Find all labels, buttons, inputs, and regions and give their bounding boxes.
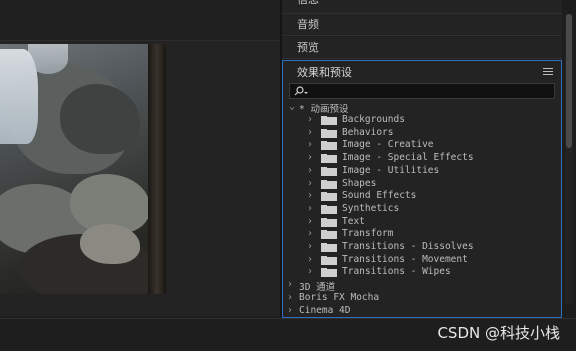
preset-folder-label: Image - Special Effects [342, 152, 474, 164]
preset-folder-item[interactable]: › Image - Special Effects [283, 152, 553, 165]
chevron-right-icon: › [307, 139, 313, 151]
chevron-right-icon: › [307, 241, 313, 252]
folder-icon [321, 166, 337, 176]
chevron-right-icon: › [287, 292, 293, 303]
folder-icon [321, 217, 337, 227]
vertical-scrollbar[interactable] [565, 14, 573, 304]
preset-folder-item[interactable]: › Backgrounds [283, 114, 553, 127]
folder-icon [321, 154, 337, 164]
search-input[interactable] [289, 83, 555, 99]
rock-shape [60, 84, 140, 154]
chevron-right-icon: › [307, 228, 313, 240]
panel-tab-label: 音频 [297, 18, 319, 31]
folder-icon [321, 204, 337, 214]
composition-panel [0, 0, 280, 316]
preset-folder-label: Behaviors [342, 126, 394, 138]
tree-item-label: 3D 通道 [299, 282, 336, 293]
folder-icon [321, 243, 337, 252]
folder-icon [321, 268, 337, 278]
tree-item-category[interactable]: › Cinema 4D [283, 305, 553, 317]
folder-icon [321, 116, 337, 125]
watermark: CSDN @科技小栈 [437, 324, 560, 342]
chevron-right-icon: › [307, 190, 313, 202]
chevron-right-icon: › [307, 266, 313, 278]
waterfall-shape [28, 44, 68, 74]
panel-tab-info[interactable]: 信息 [282, 0, 562, 14]
composition-viewer[interactable] [0, 44, 166, 294]
panel-menu-icon[interactable] [543, 68, 553, 76]
folder-icon [321, 255, 337, 265]
preset-folder-item[interactable]: › Image - Utilities [283, 165, 553, 178]
chevron-right-icon: › [307, 253, 313, 265]
composition-toolbar [0, 0, 280, 41]
chevron-right-icon: › [307, 202, 313, 214]
rock-shape [80, 224, 140, 264]
tree-trunk [148, 44, 166, 294]
panel-tab-label: 预览 [297, 41, 319, 54]
preset-folder-item[interactable]: › Synthetics [283, 203, 553, 216]
folder-icon [321, 179, 337, 189]
folder-icon [321, 192, 337, 202]
preset-folder-label: Image - Utilities [342, 164, 440, 176]
panel-title: 效果和预设 [297, 66, 352, 79]
preset-folder-item[interactable]: › Image - Creative [283, 139, 553, 152]
chevron-down-icon: ⌄ [289, 101, 295, 112]
preset-folder-item[interactable]: › Transform [283, 228, 553, 241]
preset-folder-label: Image - Creative [342, 139, 434, 151]
tree-item-label: Boris FX Mocha [299, 292, 380, 303]
chevron-right-icon: › [307, 215, 313, 227]
preset-folder-label: Sound Effects [342, 190, 417, 202]
preset-folder-label: Transitions - Wipes [342, 266, 451, 278]
preset-folder-label: Backgrounds [342, 114, 405, 125]
folder-icon [321, 128, 337, 138]
preset-folder-item[interactable]: › Shapes [283, 178, 553, 191]
chevron-right-icon: › [307, 126, 313, 138]
panel-tab-audio[interactable]: 音频 [282, 14, 562, 36]
preset-folder-label: Transitions - Dissolves [342, 241, 474, 252]
chevron-right-icon: › [307, 152, 313, 164]
preset-folder-label: Shapes [342, 177, 377, 189]
tree-item-category[interactable]: › Boris FX Mocha [283, 292, 553, 305]
tree-item-animation-presets[interactable]: ⌄ * 动画预设 [283, 101, 553, 115]
preset-folder-item[interactable]: › Text [283, 216, 553, 229]
preset-folder-item[interactable]: › Sound Effects [283, 190, 553, 203]
chevron-right-icon: › [287, 279, 293, 290]
preset-folder-label: Transform [342, 228, 394, 240]
chevron-right-icon: › [307, 164, 313, 176]
preset-folder-label: Synthetics [342, 202, 400, 214]
preset-folder-label: Transitions - Movement [342, 253, 468, 265]
tree-item-label: * 动画预设 [299, 104, 349, 115]
folder-icon [321, 230, 337, 240]
chevron-right-icon: › [287, 305, 293, 316]
preset-folder-item[interactable]: › Transitions - Dissolves [283, 241, 553, 254]
effects-presets-panel: 效果和预设 ⌄ * 动画预设 › Backgrounds › Behaviors › Im… [282, 60, 562, 318]
folder-icon [321, 141, 337, 151]
chevron-right-icon: › [307, 114, 313, 125]
preset-folder-label: Text [342, 215, 365, 227]
chevron-right-icon: › [307, 177, 313, 189]
scrollbar-thumb[interactable] [566, 14, 572, 148]
panel-tab-label: 信息 [297, 0, 319, 6]
preset-folder-item[interactable]: › Transitions - Movement [283, 254, 553, 267]
preset-folder-item[interactable]: › Behaviors [283, 127, 553, 140]
search-icon [294, 86, 308, 96]
tree-item-label: Cinema 4D [299, 305, 351, 316]
preset-folder-item[interactable]: › Transitions - Wipes [283, 266, 553, 279]
tree-item-category[interactable]: › 3D 通道 [283, 279, 553, 293]
panel-tab-preview[interactable]: 预览 [282, 37, 562, 59]
